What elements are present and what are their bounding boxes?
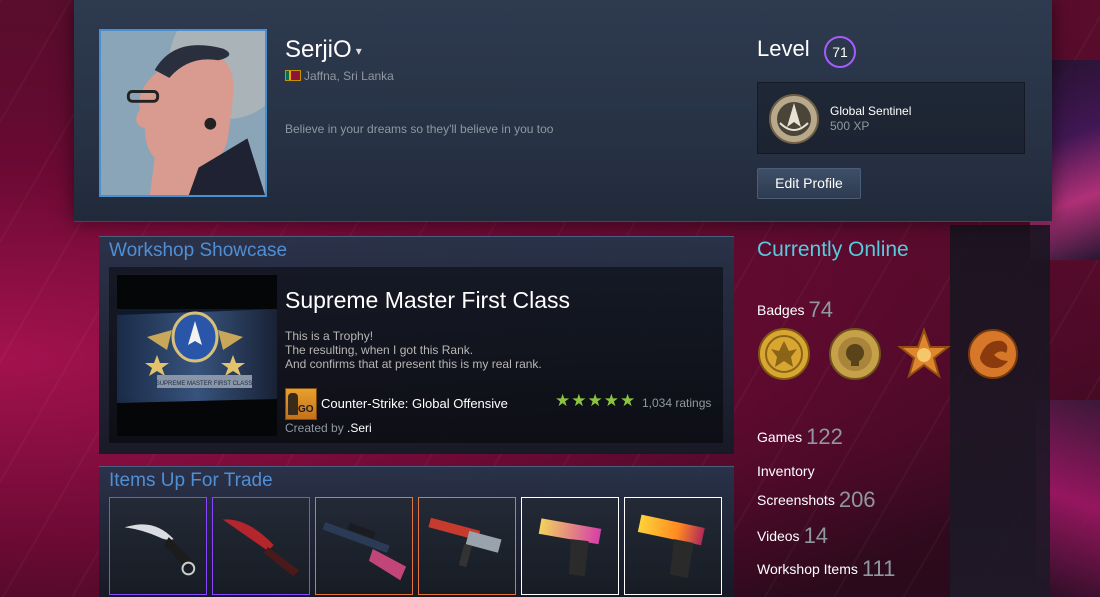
trade-item-huntsman-knife[interactable]: [212, 497, 310, 595]
games-label: Games: [757, 429, 803, 445]
badges-count: 74: [808, 297, 833, 322]
workshop-created-by: Created by .Seri: [285, 421, 372, 435]
creator-link[interactable]: .Seri: [347, 421, 372, 435]
level-badge[interactable]: 71: [824, 36, 856, 68]
star-badge-icon[interactable]: [897, 327, 951, 381]
karambit-knife-icon: [124, 524, 196, 576]
games-link[interactable]: Games 122: [757, 424, 843, 450]
desert-eagle-pistol-icon: [538, 518, 602, 577]
preview-banner-text: SUPREME MASTER FIRST CLASS: [156, 381, 253, 387]
screenshots-count: 206: [838, 487, 876, 512]
profile-header: SerjiO ▾ Jaffna, Sri Lanka Believe in you…: [74, 0, 1052, 222]
favorite-badge[interactable]: Global Sentinel 500 XP: [757, 82, 1025, 154]
videos-label: Videos: [757, 528, 800, 544]
level-label: Level: [757, 36, 810, 61]
caret-down-icon[interactable]: ▾: [356, 44, 362, 58]
edit-profile-button[interactable]: Edit Profile: [757, 168, 861, 199]
workshop-items-link[interactable]: Workshop Items 111: [757, 556, 895, 582]
badges-link[interactable]: Badges 74: [757, 297, 833, 323]
workshop-item-title[interactable]: Supreme Master First Class: [285, 287, 570, 314]
persona-name-text: SerjiO: [285, 36, 352, 63]
game-icon-text: GO: [298, 404, 314, 415]
flag-icon: [285, 70, 301, 81]
trophy-preview-image-icon: SUPREME MASTER FIRST CLASS: [117, 275, 277, 436]
location: Jaffna, Sri Lanka: [285, 69, 394, 83]
skull-coin-icon[interactable]: [828, 327, 882, 381]
workshop-item-preview[interactable]: SUPREME MASTER FIRST CLASS: [117, 275, 277, 436]
background-wedge: [950, 225, 1050, 597]
favorite-badge-name: Global Sentinel: [830, 104, 912, 118]
workshop-showcase: Workshop Showcase SUPREME MASTER FIRST C…: [99, 236, 734, 454]
huntsman-knife-icon: [222, 519, 300, 577]
games-count: 122: [806, 424, 843, 449]
persona-name[interactable]: SerjiO ▾: [285, 36, 362, 64]
workshop-game-name[interactable]: Counter-Strike: Global Offensive: [321, 396, 508, 411]
trade-item-desert-eagle-pistol[interactable]: [521, 497, 619, 595]
badges-label: Badges: [757, 302, 805, 318]
workshop-ratings-count: 1,034 ratings: [642, 396, 712, 410]
workshop-item-card: SUPREME MASTER FIRST CLASS Supreme Maste…: [109, 267, 723, 443]
description-line-2: The resulting, when I got this Rank.: [285, 343, 474, 357]
avatar-portrait-icon: [101, 31, 265, 195]
csgo-game-icon[interactable]: GO: [285, 388, 317, 420]
workshop-item-description: This is a Trophy! The resulting, when I …: [285, 329, 542, 371]
trade-item-m4a4-rifle[interactable]: [418, 497, 516, 595]
awp-rifle-icon: [322, 522, 407, 581]
profile-summary: Believe in your dreams so they'll believ…: [285, 122, 554, 136]
online-status: Currently Online: [757, 238, 909, 261]
workshop-items-label: Workshop Items: [757, 561, 858, 577]
m4a4-rifle-icon: [428, 517, 502, 568]
favorite-badge-xp: 500 XP: [830, 119, 870, 133]
videos-link[interactable]: Videos 14: [757, 523, 828, 549]
rating-stars-icon: ★★★★★: [555, 391, 637, 410]
screenshots-link[interactable]: Screenshots 206: [757, 487, 876, 513]
workshop-items-count: 111: [861, 556, 896, 581]
global-sentinel-medal-icon: [768, 93, 820, 145]
location-text: Jaffna, Sri Lanka: [304, 69, 394, 83]
description-line-3: And confirms that at present this is my …: [285, 357, 542, 371]
trade-item-karambit-knife[interactable]: [109, 497, 207, 595]
trade-item-desert-eagle-blaze-pistol[interactable]: [624, 497, 722, 595]
trade-items-row: [109, 497, 729, 597]
items-for-trade: Items Up For Trade: [99, 466, 734, 597]
eagle-coin-icon[interactable]: [757, 327, 811, 381]
workshop-showcase-title: Workshop Showcase: [109, 240, 288, 261]
dragon-badge-icon[interactable]: [966, 327, 1020, 381]
videos-count: 14: [803, 523, 829, 548]
avatar[interactable]: [99, 29, 267, 197]
inventory-link[interactable]: Inventory: [757, 463, 815, 479]
description-line-1: This is a Trophy!: [285, 329, 374, 343]
trade-item-awp-rifle[interactable]: [315, 497, 413, 595]
inventory-label: Inventory: [757, 463, 815, 479]
created-by-label: Created by: [285, 421, 344, 435]
items-for-trade-title: Items Up For Trade: [109, 470, 273, 491]
desert-eagle-blaze-pistol-icon: [637, 514, 705, 579]
screenshots-label: Screenshots: [757, 492, 835, 508]
